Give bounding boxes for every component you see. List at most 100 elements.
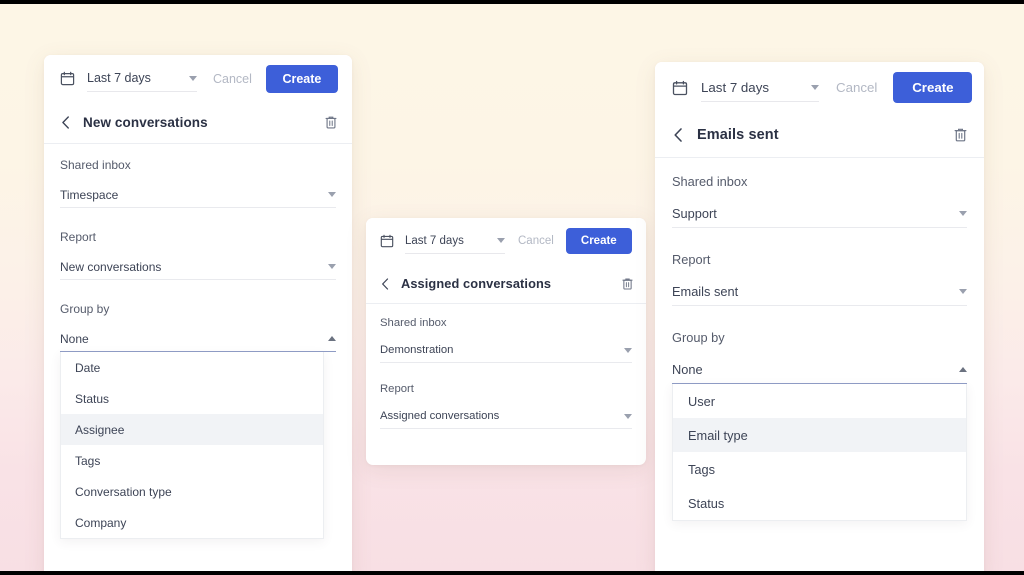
chevron-down-icon [624, 347, 632, 353]
group-by-dropdown-menu: User Email type Tags Status [672, 384, 967, 521]
field-report: Report Emails sent [672, 252, 967, 306]
field-value: Timespace [60, 187, 119, 202]
field-label: Shared inbox [380, 317, 447, 329]
dropdown-option-label: Tags [688, 461, 716, 477]
shared-inbox-select[interactable]: Timespace [60, 182, 336, 208]
dropdown-option[interactable]: Assignee [61, 414, 323, 445]
field-label: Shared inbox [672, 174, 748, 189]
dropdown-option[interactable]: Tags [673, 452, 966, 486]
chevron-left-icon[interactable] [60, 115, 71, 130]
dropdown-option[interactable]: Status [673, 486, 966, 520]
field-report: Report Assigned conversations [380, 383, 632, 429]
page-title: Assigned conversations [401, 276, 552, 291]
chevron-up-icon [959, 367, 967, 372]
report-select[interactable]: Emails sent [672, 278, 967, 306]
group-by-select[interactable]: None [672, 356, 967, 384]
shared-inbox-select[interactable]: Support [672, 200, 967, 228]
dropdown-option-label: Conversation type [75, 484, 172, 499]
date-range-select[interactable]: Last 7 days [405, 229, 505, 254]
dropdown-option-label: Date [75, 360, 101, 375]
report-card-new-conversations: Last 7 days Cancel Create New conversati… [44, 55, 352, 575]
field-value: Assigned conversations [380, 410, 500, 422]
chevron-left-icon[interactable] [380, 277, 390, 291]
dropdown-option-label: Email type [688, 427, 748, 443]
dropdown-option[interactable]: Date [61, 352, 323, 383]
chevron-down-icon [811, 84, 819, 90]
date-range-value: Last 7 days [701, 79, 770, 95]
group-by-select[interactable]: None [60, 326, 336, 352]
dropdown-option-label: Company [75, 515, 127, 530]
field-shared-inbox: Shared inbox Support [672, 174, 967, 228]
panel-header: Emails sent [655, 113, 984, 158]
dropdown-option[interactable]: User [673, 384, 966, 418]
dropdown-option[interactable]: Company [61, 507, 323, 538]
card-toolbar: Last 7 days Cancel Create [366, 218, 646, 264]
chevron-down-icon [328, 192, 336, 197]
dropdown-option-label: Tags [75, 453, 101, 468]
chevron-down-icon [497, 238, 505, 243]
field-value: None [60, 331, 89, 346]
create-button[interactable]: Create [565, 228, 632, 254]
field-label: Report [672, 252, 711, 267]
panel-body: Shared inbox Demonstration Report Assign… [366, 304, 646, 429]
panel-body: Shared inbox Support Report Emails sent … [655, 158, 984, 521]
date-range-value: Last 7 days [87, 71, 151, 85]
field-group-by: Group by None [672, 330, 967, 384]
field-value: Demonstration [380, 344, 454, 356]
report-select[interactable]: New conversations [60, 254, 336, 280]
dropdown-option-label: Assignee [75, 422, 125, 437]
dropdown-option[interactable]: Email type [673, 418, 966, 452]
group-by-dropdown-menu: Date Status Assignee Tags Conversation type C… [60, 352, 324, 539]
dropdown-option[interactable]: Tags [61, 445, 323, 476]
chevron-down-icon [959, 289, 967, 294]
calendar-icon [380, 234, 394, 248]
trash-icon[interactable] [324, 115, 338, 130]
field-report: Report New conversations [60, 230, 336, 280]
chevron-down-icon [959, 211, 967, 216]
trash-icon[interactable] [953, 127, 968, 143]
cancel-button[interactable]: Cancel [836, 80, 877, 95]
card-toolbar: Last 7 days Cancel Create [655, 62, 984, 113]
chevron-up-icon [328, 336, 336, 341]
panel-body: Shared inbox Timespace Report New conver… [44, 144, 352, 539]
chevron-down-icon [624, 413, 632, 419]
field-label: Group by [60, 302, 110, 316]
cancel-button[interactable]: Cancel [213, 72, 252, 86]
field-shared-inbox: Shared inbox Timespace [60, 158, 336, 208]
chevron-down-icon [328, 264, 336, 269]
field-shared-inbox: Shared inbox Demonstration [380, 317, 632, 363]
page-title: New conversations [83, 115, 208, 130]
letterbox-top-bar [0, 0, 1024, 4]
calendar-icon [60, 71, 75, 86]
calendar-icon [672, 80, 688, 96]
report-select[interactable]: Assigned conversations [380, 404, 632, 429]
date-range-select[interactable]: Last 7 days [87, 66, 197, 92]
dropdown-option-label: User [688, 393, 716, 409]
dropdown-option[interactable]: Status [61, 383, 323, 414]
chevron-down-icon [189, 75, 197, 81]
report-card-assigned-conversations: Last 7 days Cancel Create Assigned conve… [366, 218, 646, 465]
page-title: Emails sent [697, 127, 779, 143]
create-button[interactable]: Create [265, 64, 338, 93]
letterbox-bottom-bar [0, 571, 1024, 575]
report-card-emails-sent: Last 7 days Cancel Create Emails sent Sh… [655, 62, 984, 575]
field-value: New conversations [60, 259, 162, 274]
shared-inbox-select[interactable]: Demonstration [380, 338, 632, 363]
field-label: Report [60, 230, 97, 244]
field-label: Shared inbox [60, 158, 131, 172]
cancel-button[interactable]: Cancel [518, 235, 554, 247]
chevron-left-icon[interactable] [672, 127, 684, 143]
field-value: Support [672, 206, 717, 221]
panel-header: Assigned conversations [366, 264, 646, 304]
create-button[interactable]: Create [893, 72, 973, 103]
field-label: Group by [672, 330, 725, 345]
date-range-select[interactable]: Last 7 days [701, 74, 819, 102]
field-value: Emails sent [672, 284, 739, 299]
dropdown-option-label: Status [688, 495, 725, 511]
dropdown-option[interactable]: Conversation type [61, 476, 323, 507]
panel-header: New conversations [44, 102, 352, 144]
field-group-by: Group by None [60, 302, 336, 352]
trash-icon[interactable] [621, 277, 634, 291]
dropdown-option-label: Status [75, 391, 110, 406]
date-range-value: Last 7 days [405, 234, 464, 247]
